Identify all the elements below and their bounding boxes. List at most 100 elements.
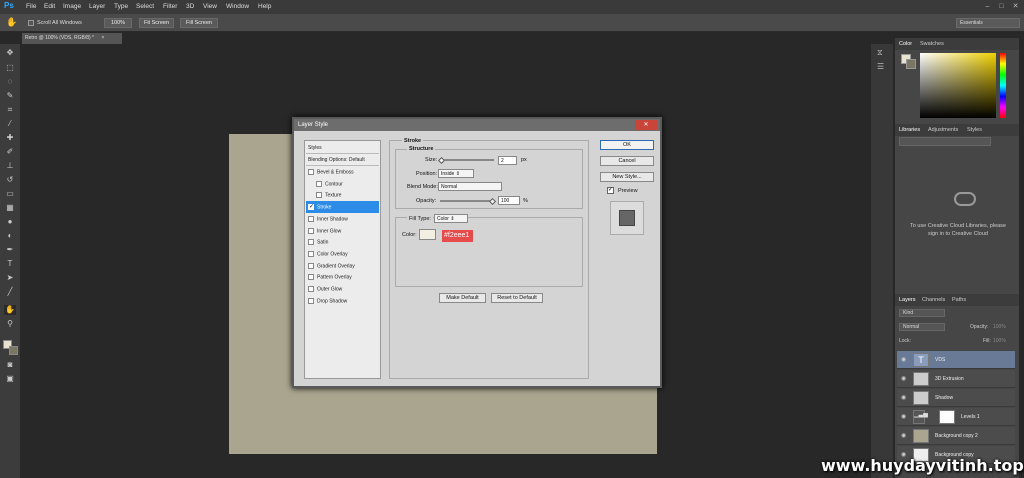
tab-paths[interactable]: Paths <box>952 297 966 303</box>
style-item-gradient-overlay[interactable]: Gradient Overlay <box>306 260 379 272</box>
opacity-input[interactable]: 100 <box>498 196 520 205</box>
make-default-button[interactable]: Make Default <box>439 293 486 303</box>
eyedropper-tool-icon[interactable]: ⁄ <box>4 119 16 129</box>
color-overlay-checkbox[interactable] <box>308 251 314 257</box>
size-input[interactable]: 2 <box>498 156 517 165</box>
menu-file[interactable]: File <box>26 3 36 10</box>
visibility-eye-icon[interactable]: ◉ <box>901 356 906 363</box>
new-style-button[interactable]: New Style... <box>600 172 654 182</box>
history-brush-tool-icon[interactable]: ↺ <box>4 175 16 185</box>
inner-shadow-checkbox[interactable] <box>308 216 314 222</box>
layer-row[interactable]: ◉ 3D Extrusion <box>897 370 1015 388</box>
menu-image[interactable]: Image <box>63 3 81 10</box>
drop-shadow-checkbox[interactable] <box>308 298 314 304</box>
history-panel-icon[interactable]: ⧖ <box>877 48 883 58</box>
minimize-icon[interactable]: – <box>983 2 992 11</box>
style-item-inner-glow[interactable]: Inner Glow <box>306 225 379 237</box>
layer-blend-select[interactable]: Normal <box>899 323 945 331</box>
layer-row[interactable]: ◉ Shadow <box>897 389 1015 407</box>
layer-filter-select[interactable]: Kind <box>899 309 945 317</box>
menu-window[interactable]: Window <box>226 3 249 10</box>
style-item-texture[interactable]: Texture <box>306 189 379 201</box>
fit-screen-button[interactable]: Fit Screen <box>139 18 174 28</box>
style-item-outer-glow[interactable]: Outer Glow <box>306 283 379 295</box>
quick-mask-icon[interactable]: ◙ <box>4 360 16 370</box>
menu-select[interactable]: Select <box>136 3 154 10</box>
zoom-tool-icon[interactable]: ⚲ <box>4 319 16 329</box>
size-slider-track[interactable] <box>440 159 494 161</box>
visibility-eye-icon[interactable]: ◉ <box>901 394 906 401</box>
tab-swatches[interactable]: Swatches <box>920 41 944 47</box>
blend-mode-select[interactable]: Normal <box>438 182 502 191</box>
visibility-eye-icon[interactable]: ◉ <box>901 413 906 420</box>
layer-row[interactable]: ◉ T VDS <box>897 351 1015 369</box>
position-select[interactable]: Inside ⇕ <box>438 169 474 178</box>
menu-filter[interactable]: Filter <box>163 3 177 10</box>
stamp-tool-icon[interactable]: ⊥ <box>4 161 16 171</box>
style-item-color-overlay[interactable]: Color Overlay <box>306 248 379 260</box>
menu-view[interactable]: View <box>203 3 217 10</box>
blending-options-item[interactable]: Blending Options: Default <box>306 154 379 166</box>
crop-tool-icon[interactable]: ⌗ <box>4 105 16 115</box>
reset-to-default-button[interactable]: Reset to Default <box>491 293 543 303</box>
gradient-overlay-checkbox[interactable] <box>308 263 314 269</box>
tab-channels[interactable]: Channels <box>922 297 945 303</box>
scroll-all-checkbox[interactable] <box>28 20 34 26</box>
visibility-eye-icon[interactable]: ◉ <box>901 432 906 439</box>
visibility-eye-icon[interactable]: ◉ <box>901 375 906 382</box>
dialog-title-bar[interactable]: Layer Style <box>294 119 660 131</box>
pattern-overlay-checkbox[interactable] <box>308 274 314 280</box>
move-tool-icon[interactable]: ✥ <box>4 48 16 58</box>
menu-edit[interactable]: Edit <box>44 3 55 10</box>
gradient-tool-icon[interactable]: ▦ <box>4 203 16 213</box>
layer-row[interactable]: ◉ Background copy 2 <box>897 427 1015 445</box>
dodge-tool-icon[interactable]: ◐ <box>4 231 16 241</box>
maximize-icon[interactable]: □ <box>997 2 1006 11</box>
style-item-bevel-emboss[interactable]: Bevel & Emboss <box>306 166 379 178</box>
menu-3d[interactable]: 3D <box>186 3 194 10</box>
document-close-icon[interactable]: × <box>101 35 104 41</box>
library-select[interactable] <box>899 137 991 146</box>
style-item-contour[interactable]: Contour <box>306 178 379 190</box>
path-select-tool-icon[interactable]: ➤ <box>4 273 16 283</box>
hand-tool-icon[interactable]: ✋ <box>4 305 16 315</box>
styles-header[interactable]: Styles <box>306 142 379 154</box>
eraser-tool-icon[interactable]: ▭ <box>4 189 16 199</box>
zoom-100-button[interactable]: 100% <box>104 18 132 28</box>
brush-tool-icon[interactable]: ✐ <box>4 147 16 157</box>
line-tool-icon[interactable]: ╱ <box>4 287 16 297</box>
stroke-checkbox[interactable] <box>308 204 314 210</box>
tab-adjustments[interactable]: Adjustments <box>928 127 958 133</box>
satin-checkbox[interactable] <box>308 239 314 245</box>
healing-tool-icon[interactable]: ✚ <box>4 133 16 143</box>
style-item-stroke[interactable]: Stroke <box>306 201 379 213</box>
style-item-inner-shadow[interactable]: Inner Shadow <box>306 213 379 225</box>
lasso-tool-icon[interactable]: ◌ <box>4 77 16 87</box>
screen-mode-icon[interactable]: ▣ <box>4 374 16 384</box>
style-item-satin[interactable]: Satin <box>306 236 379 248</box>
layer-opacity-value[interactable]: 100% <box>993 324 1006 330</box>
texture-checkbox[interactable] <box>316 192 322 198</box>
preview-checkbox[interactable]: ✓ <box>607 187 614 194</box>
menu-type[interactable]: Type <box>114 3 128 10</box>
marquee-tool-icon[interactable]: ⬚ <box>4 63 16 73</box>
hand-tool-icon[interactable]: ✋ <box>6 17 17 28</box>
tab-color[interactable]: Color <box>899 41 912 47</box>
background-color-swatch[interactable] <box>9 346 18 355</box>
opacity-slider-track[interactable] <box>440 200 494 202</box>
layer-row[interactable]: ◉ ▁▃▅ Levels 1 <box>897 408 1015 426</box>
bevel-emboss-checkbox[interactable] <box>308 169 314 175</box>
fill-value[interactable]: 100% <box>993 338 1006 344</box>
outer-glow-checkbox[interactable] <box>308 286 314 292</box>
fill-type-select[interactable]: Color ⇕ <box>434 214 468 223</box>
contour-checkbox[interactable] <box>316 181 322 187</box>
menu-help[interactable]: Help <box>258 3 271 10</box>
menu-layer[interactable]: Layer <box>89 3 105 10</box>
panel-background-swatch[interactable] <box>906 59 916 69</box>
document-tab[interactable]: Retro @ 100% (VDS, RGB/8) * × <box>22 33 122 44</box>
hue-slider[interactable] <box>1000 53 1006 118</box>
style-item-drop-shadow[interactable]: Drop Shadow <box>306 295 379 307</box>
cancel-button[interactable]: Cancel <box>600 156 654 166</box>
stroke-color-swatch[interactable] <box>419 229 436 240</box>
dialog-close-icon[interactable]: ✕ <box>635 120 657 130</box>
